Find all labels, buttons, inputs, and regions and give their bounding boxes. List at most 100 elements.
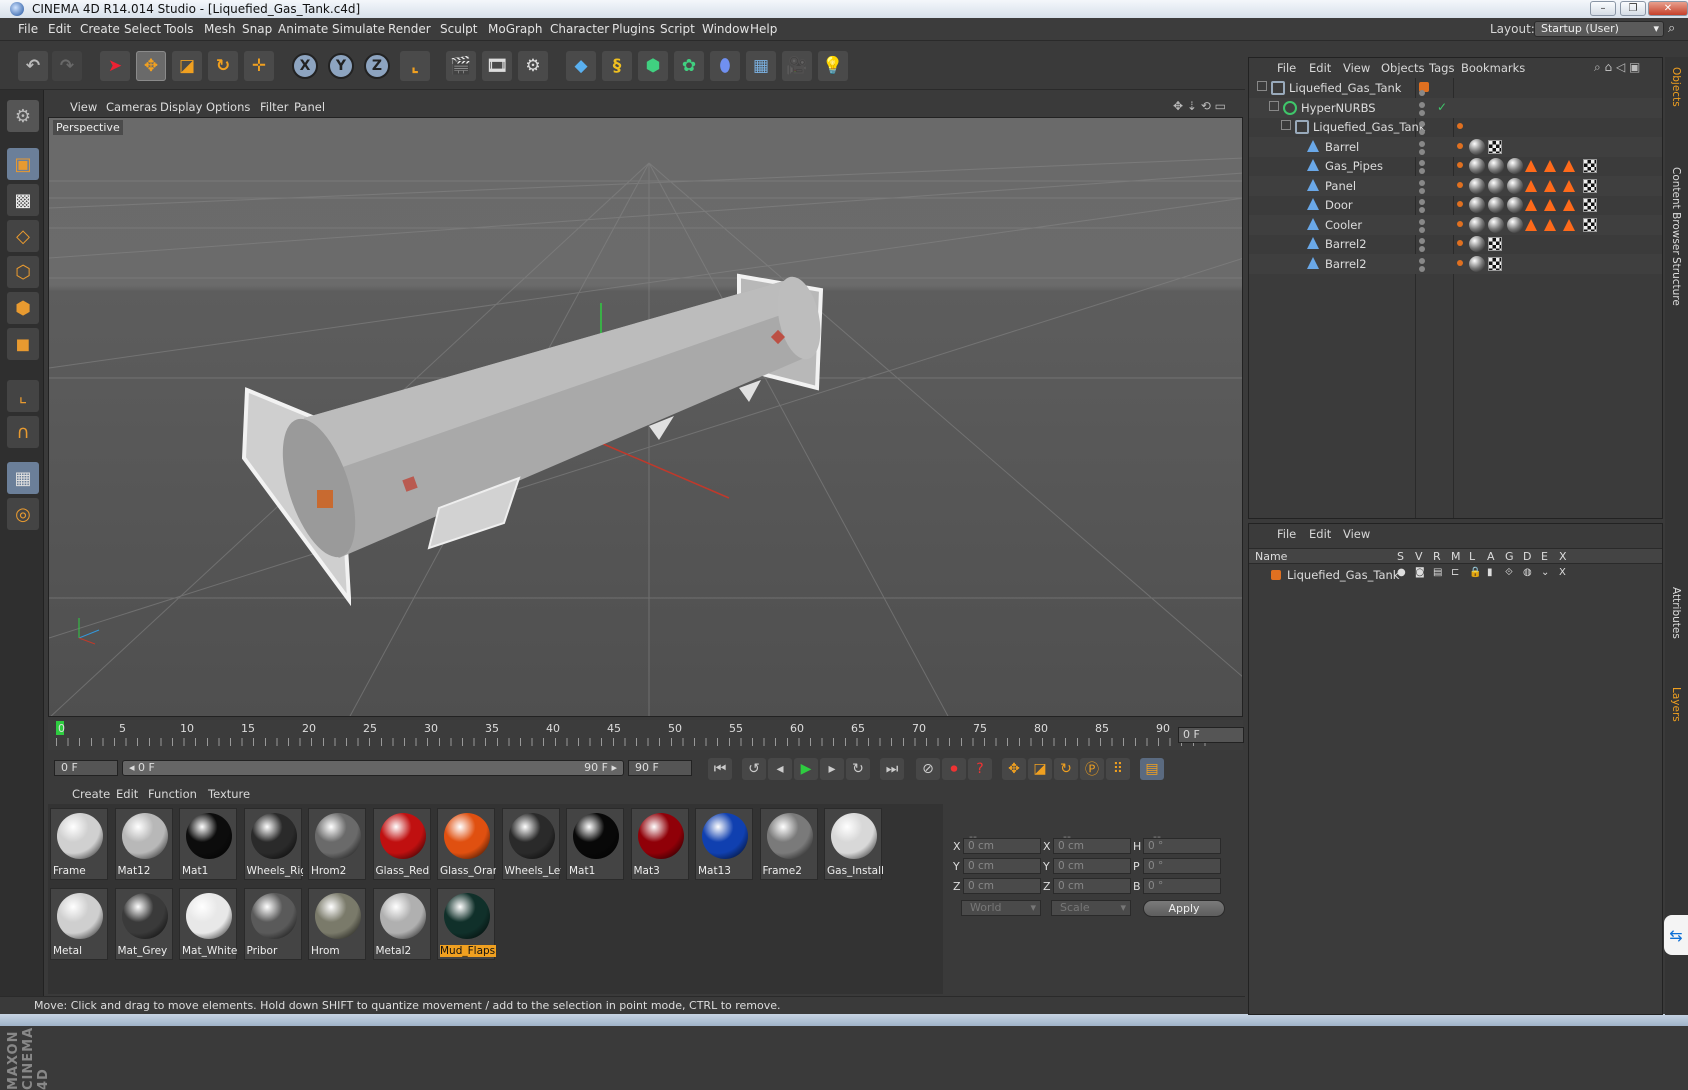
render-visibility-dot[interactable] (1419, 168, 1425, 174)
material-tag-icon[interactable] (1469, 197, 1485, 213)
material-menu-edit[interactable]: Edit (116, 787, 138, 801)
object-name[interactable]: Door (1325, 198, 1353, 212)
material-menu-texture[interactable]: Texture (208, 787, 250, 801)
layer-column-d[interactable]: D (1523, 550, 1531, 563)
points-mode-button[interactable]: ⬡ (7, 256, 39, 288)
selection-tag-icon[interactable] (1563, 160, 1575, 172)
tree-expand-icon[interactable] (1293, 159, 1303, 169)
tree-expand-icon[interactable] (1293, 218, 1303, 228)
object-name[interactable]: Barrel (1325, 140, 1359, 154)
deformer-icon[interactable]: ◍ (1523, 567, 1532, 578)
layer-column-name[interactable]: Name (1255, 550, 1287, 563)
material-swatch[interactable]: Metal2 (372, 888, 431, 960)
coord-value-field[interactable]: 0 cm (1053, 858, 1131, 874)
next-frame-button[interactable]: ▸ (820, 758, 844, 780)
material-tag-icon[interactable] (1507, 197, 1523, 213)
render-visibility-dot[interactable] (1419, 109, 1425, 116)
object-menu-edit[interactable]: Edit (1309, 61, 1331, 75)
coord-value-field[interactable]: 0 ° (1143, 858, 1221, 874)
polygons-mode-button[interactable]: ◼ (7, 328, 39, 360)
side-tab-content-browser[interactable]: Content Browser (1670, 167, 1682, 255)
minimize-button[interactable]: – (1590, 1, 1616, 16)
material-tag-icon[interactable] (1507, 158, 1523, 174)
min-frame-field[interactable]: 0 F (54, 760, 118, 776)
editor-visibility-dot[interactable] (1419, 257, 1425, 264)
uvw-tag-icon[interactable] (1583, 198, 1597, 212)
uvw-tag-icon[interactable] (1488, 237, 1502, 251)
material-swatch[interactable]: Mat_White (179, 888, 237, 960)
move-tool-button[interactable]: ✥ (136, 51, 166, 81)
menu-select[interactable]: Select (124, 22, 161, 36)
layer-tag-dot[interactable] (1457, 220, 1463, 227)
material-swatch[interactable]: Wheels_Rig (243, 808, 303, 880)
xref-icon[interactable]: X (1559, 567, 1566, 578)
render-visibility-dot[interactable] (1419, 187, 1425, 194)
record-keys-button[interactable]: ⊘ (916, 758, 940, 780)
object-menu-bookmarks[interactable]: Bookmarks (1461, 61, 1525, 75)
editor-visibility-dot[interactable] (1419, 101, 1425, 108)
tree-expand-icon[interactable] (1293, 179, 1303, 189)
menu-file[interactable]: File (18, 22, 38, 36)
key-parameter-button[interactable]: Ⓟ (1080, 758, 1104, 780)
material-swatch[interactable]: Mat13 (695, 808, 753, 880)
editor-visibility-dot[interactable] (1419, 160, 1425, 166)
material-tag-icon[interactable] (1488, 177, 1504, 194)
manager-tree-icon[interactable]: ⊏ (1451, 567, 1459, 578)
frame-range-slider[interactable]: ◂ 0 F 90 F ▸ (122, 760, 624, 776)
restore-button[interactable]: ❐ (1620, 1, 1646, 16)
layer-column-a[interactable]: A (1487, 550, 1495, 563)
key-position-button[interactable]: ✥ (1002, 758, 1026, 780)
recent-tools-button[interactable]: ✛ (244, 51, 274, 81)
keyframe-selection-button[interactable]: ? (968, 758, 992, 780)
layer-column-v[interactable]: V (1415, 550, 1423, 563)
tree-expand-icon[interactable] (1293, 140, 1303, 150)
add-nurbs-button[interactable]: ⬢ (638, 51, 668, 81)
selection-tag-icon[interactable] (1525, 179, 1537, 192)
next-key-button[interactable]: ↻ (846, 758, 870, 780)
live-selection-button[interactable]: ➤ (100, 51, 130, 81)
coordinate-system-button[interactable]: ⌞ (400, 51, 430, 81)
material-tag-icon[interactable] (1469, 236, 1485, 252)
coord-value-field[interactable]: 0 ° (1143, 878, 1221, 894)
material-swatch[interactable]: Gas_Install (824, 808, 883, 880)
rotate-tool-button[interactable]: ↻ (208, 51, 238, 81)
snap-button[interactable]: ∩ (7, 416, 39, 448)
max-frame-field[interactable]: 90 F (628, 760, 692, 776)
selection-tag-icon[interactable] (1544, 160, 1556, 172)
model-mode-button[interactable]: ▣ (7, 148, 39, 180)
menu-script[interactable]: Script (660, 22, 695, 36)
layer-menu-view[interactable]: View (1343, 527, 1370, 541)
menu-help[interactable]: Help (750, 22, 777, 36)
render-picture-viewer-button[interactable]: 🎞 (482, 51, 512, 81)
menu-plugins[interactable]: Plugins (612, 22, 655, 36)
side-tab-layers[interactable]: Layers (1670, 687, 1682, 722)
key-pla-button[interactable]: ⠿ (1106, 758, 1130, 780)
x-axis-lock[interactable]: X (292, 53, 318, 79)
search-icon[interactable]: ⌕ (1668, 21, 1675, 36)
layer-column-e[interactable]: E (1541, 550, 1548, 563)
layer-color-swatch[interactable] (1271, 570, 1281, 580)
coordinate-mode-select[interactable]: Scale ▾ (1051, 900, 1131, 916)
selection-tag-icon[interactable] (1563, 218, 1575, 231)
menu-animate[interactable]: Animate (278, 22, 328, 36)
tree-expand-icon[interactable] (1269, 100, 1279, 111)
uvw-tag-icon[interactable] (1488, 139, 1502, 154)
object-name[interactable]: Panel (1325, 179, 1356, 193)
material-tag-icon[interactable] (1469, 158, 1485, 174)
material-swatch[interactable]: Frame2 (759, 808, 818, 880)
timeline-window-button[interactable]: ▤ (1140, 758, 1164, 780)
tree-expand-icon[interactable] (1293, 198, 1303, 208)
material-menu-function[interactable]: Function (148, 787, 197, 801)
object-row[interactable]: Liquefied_Gas_Tank (1249, 78, 1662, 98)
viewport-menu-options[interactable]: Options (206, 100, 250, 114)
object-menu-objects[interactable]: Objects (1381, 61, 1424, 75)
material-tag-icon[interactable] (1488, 197, 1504, 213)
material-swatch[interactable]: Pribor (243, 888, 302, 960)
menu-snap[interactable]: Snap (242, 22, 272, 36)
layer-tag-dot[interactable] (1457, 162, 1463, 168)
object-name[interactable]: Barrel2 (1325, 257, 1367, 271)
viewport-menu-display[interactable]: Display (160, 100, 202, 114)
render-visibility-dot[interactable] (1419, 226, 1425, 233)
menu-character[interactable]: Character (550, 22, 609, 36)
material-tag-icon[interactable] (1469, 177, 1485, 194)
